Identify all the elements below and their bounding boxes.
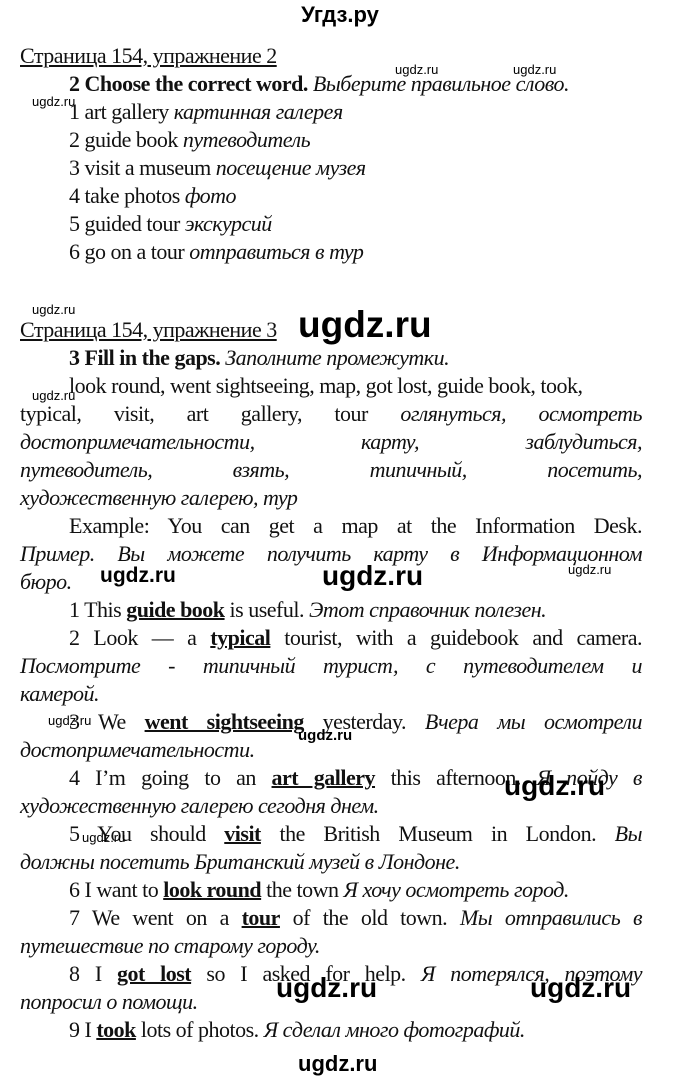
answer-word: got lost (116, 961, 192, 986)
watermark: ugdz.ru (32, 94, 76, 109)
vocab-item: 4 take photos фото (20, 182, 642, 210)
answer-post: is useful. (224, 597, 309, 622)
vocab-ru: фото (184, 183, 237, 208)
watermark: ugdz.ru (298, 727, 353, 744)
vocab-ru: отправиться в тур (189, 239, 364, 264)
answer-pre: 1 This (69, 597, 127, 622)
watermark: ugdz.ru (568, 562, 612, 577)
answer-ru: Я хочу осмотреть город. (343, 877, 570, 902)
watermark: ugdz.ru (395, 62, 439, 77)
watermark: ugdz.ru (100, 564, 176, 587)
answer-pre: 7 We went on a (69, 905, 242, 930)
watermark: ugdz.ru (530, 972, 632, 1003)
answer-pre: 4 I’m going to an (69, 765, 272, 790)
word-bank-line: достопримечательности, карту, заблудитьс… (20, 429, 643, 454)
answer-pre: 8 I (69, 961, 117, 986)
vocab-en: 4 take photos (69, 183, 180, 208)
instruction-number: 3 (69, 345, 80, 370)
answer-word: typical (210, 625, 271, 650)
word-bank-line: путеводитель, взять, типичный, посетить, (20, 457, 643, 482)
watermark: ugdz.ru (504, 770, 606, 801)
answer-post: the British Museum in London. (260, 821, 615, 846)
watermark: ugdz.ru (298, 1051, 378, 1076)
site-title: Угдз.ру (301, 2, 379, 27)
answer-ru: камерой. (20, 681, 100, 706)
watermark: ugdz.ru (82, 830, 126, 845)
vocab-item: 6 go on a tour отправиться в тур (20, 238, 642, 266)
watermark: ugdz.ru (322, 560, 424, 591)
instruction-number: 2 (69, 71, 80, 96)
answer-ru: Вчера мы осмотрели (424, 709, 643, 734)
answer-word: took (96, 1017, 136, 1042)
answer-ru: путешествие по старому городу. (20, 933, 320, 958)
exercise-3-instruction: 3 Fill in the gaps. Заполните промежутки… (20, 344, 642, 372)
answer-ru: должны посетить Британский музей в Лондо… (20, 849, 460, 874)
answer-ru: Этот справочник полезен. (309, 597, 547, 622)
vocab-en: 6 go on a tour (69, 239, 185, 264)
watermark: ugdz.ru (48, 713, 92, 728)
answer-word: tour (241, 905, 281, 930)
answer-post: of the old town. (279, 905, 460, 930)
vocab-item: 3 visit a museum посещение музея (20, 154, 642, 182)
answer-pre: 9 I (69, 1017, 97, 1042)
vocab-en: 2 guide book (69, 127, 178, 152)
answer-item: 6 I want to look round the town Я хочу о… (20, 876, 642, 904)
exercise-3: Страница 154, упражнение 3 3 Fill in the… (20, 316, 643, 1044)
vocab-item: 2 guide book путеводитель (20, 126, 642, 154)
watermark: ugdz.ru (32, 388, 76, 403)
answer-ru: Я сделал много фотографий. (263, 1017, 526, 1042)
word-bank-line: look round, went sightseeing, map, got l… (69, 373, 583, 398)
vocab-ru: экскурсий (184, 211, 272, 236)
answer-ru: Посмотрите - типичный турист, с путеводи… (20, 653, 643, 678)
answer-pre: 2 Look — a (69, 625, 211, 650)
watermark: ugdz.ru (276, 972, 378, 1003)
answer-word: art gallery (271, 765, 376, 790)
watermark: ugdz.ru (32, 302, 76, 317)
answer-post: tourist, with a guidebook and camera. (270, 625, 642, 650)
word-bank-en: typical, visit, art gallery, tour (20, 401, 368, 426)
watermark: ugdz.ru (298, 304, 432, 345)
instruction-en: Choose the correct word. (84, 71, 309, 96)
watermark: ugdz.ru (513, 62, 557, 77)
answer-word: visit (224, 821, 261, 846)
vocab-en: 5 guided tour (69, 211, 180, 236)
example-en: Example: You can get a map at the Inform… (69, 513, 643, 538)
answer-word: guide book (126, 597, 225, 622)
answer-ru: Мы отправились в (459, 905, 643, 930)
answer-item: 7 We went on a tour of the old town. Мы … (20, 904, 643, 932)
answer-ru: Вы (614, 821, 643, 846)
word-bank-line: typical, visit, art gallery, tour огляну… (20, 400, 643, 428)
answer-post: lots of photos. (135, 1017, 264, 1042)
answer-post: the town (261, 877, 344, 902)
answer-item: 1 This guide book is useful. Этот справо… (20, 596, 642, 624)
word-bank-ru: оглянуться, осмотреть (400, 401, 643, 426)
answer-pre: 6 I want to (69, 877, 164, 902)
instruction-ru: Заполните промежутки. (225, 345, 450, 370)
answer-item: 2 Look — a typical tourist, with a guide… (20, 624, 642, 652)
word-bank-line: художественную галерею, тур (20, 485, 298, 510)
answer-word: went sightseeing (144, 709, 305, 734)
instruction-en: Fill in the gaps. (84, 345, 221, 370)
answer-item: 9 I took lots of photos. Я сделал много … (20, 1016, 642, 1044)
vocab-item: 1 art gallery картинная галерея (20, 98, 642, 126)
vocab-item: 5 guided tour экскурсий (20, 210, 642, 238)
vocab-ru: картинная галерея (173, 99, 343, 124)
vocab-en: 3 visit a museum (69, 155, 211, 180)
vocab-ru: путеводитель (182, 127, 311, 152)
vocab-en: 1 art gallery (69, 99, 169, 124)
answer-word: look round (163, 877, 262, 902)
vocab-ru: посещение музея (215, 155, 366, 180)
